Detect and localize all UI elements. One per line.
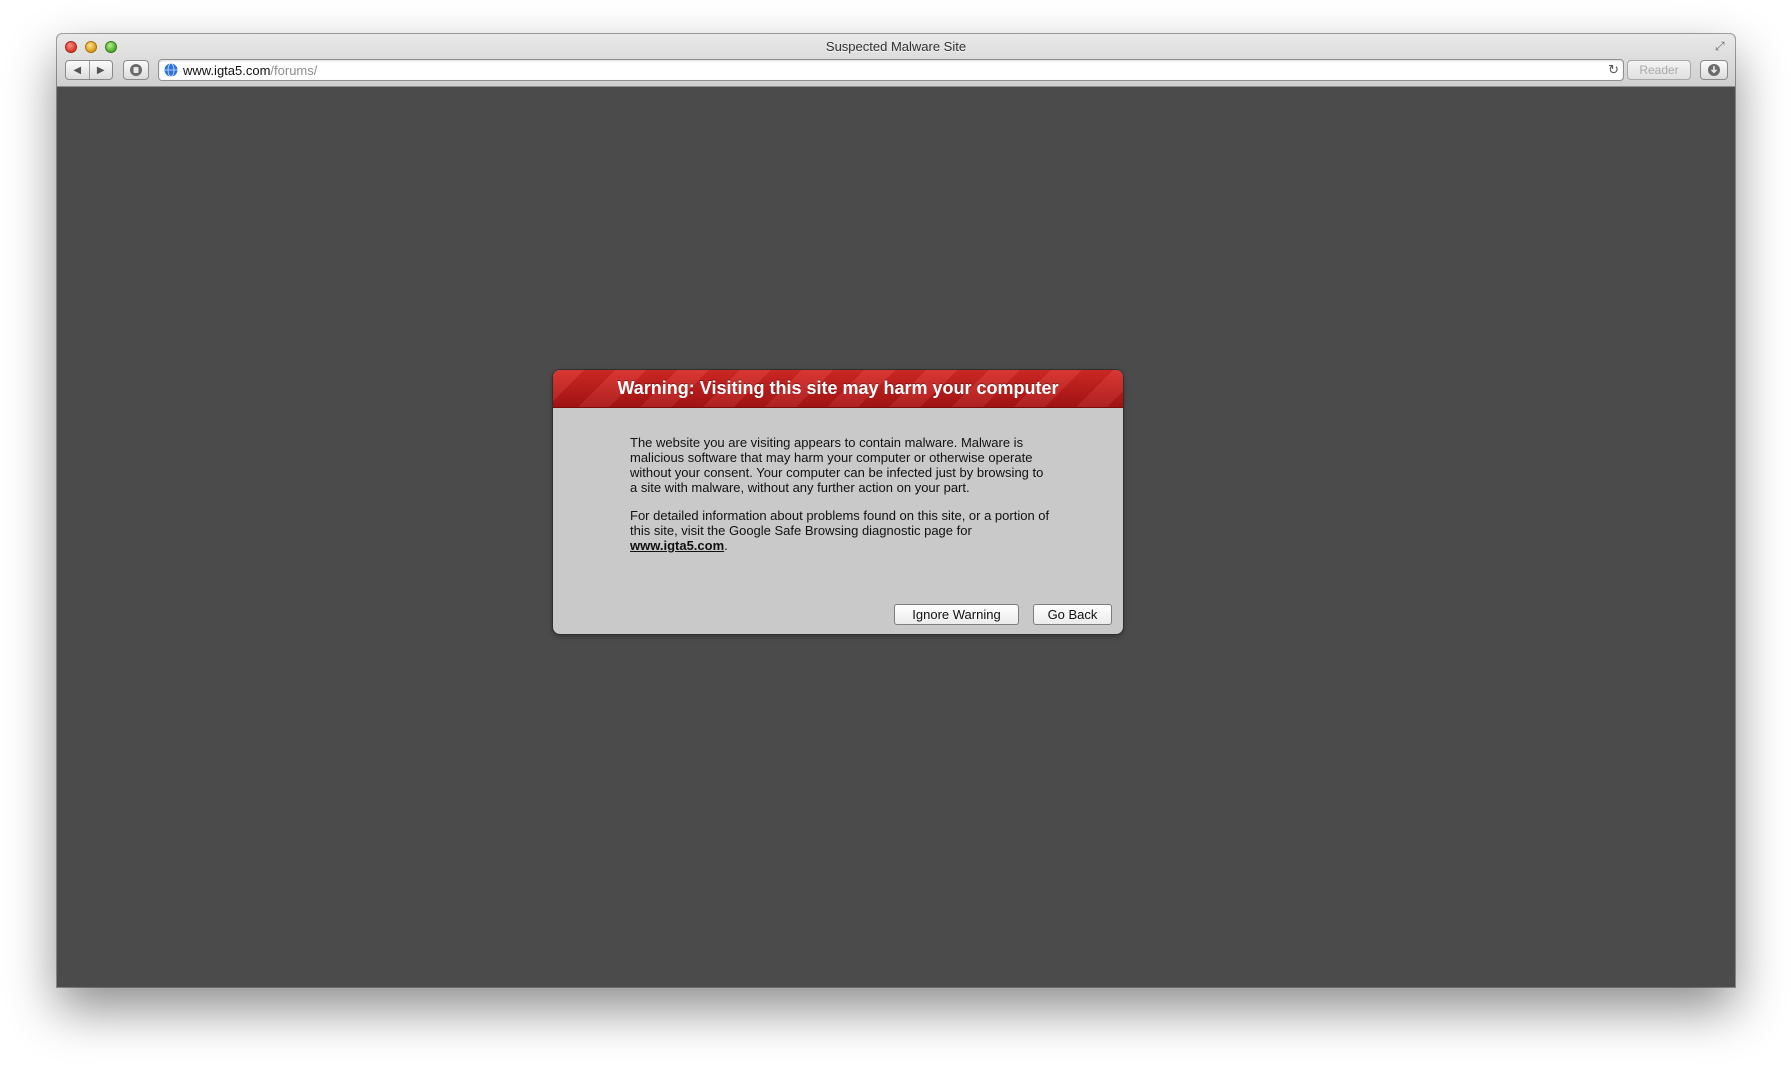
browser-toolbar: Suspected Malware Site ⤢ ◀ ▶ www.igta5.c… <box>57 34 1735 87</box>
warning-header: Warning: Visiting this site may harm you… <box>553 370 1123 408</box>
downloads-icon <box>1708 64 1720 76</box>
address-bar[interactable]: www.igta5.com/forums/ ↻ <box>158 59 1624 81</box>
warning-body: The website you are visiting appears to … <box>630 435 1050 553</box>
warning-paragraph-2: For detailed information about problems … <box>630 508 1050 553</box>
back-arrow-icon: ◀ <box>73 64 82 76</box>
forward-arrow-icon: ▶ <box>96 64 105 76</box>
back-button[interactable]: ◀ <box>66 61 89 79</box>
forward-button[interactable]: ▶ <box>88 61 113 79</box>
share-button[interactable] <box>123 60 149 80</box>
safe-browsing-diagnostic-link[interactable]: www.igta5.com <box>630 538 724 553</box>
reader-button[interactable]: Reader <box>1627 60 1691 80</box>
back-forward-control: ◀ ▶ <box>65 60 113 80</box>
warning-paragraph-2-end: . <box>724 538 728 553</box>
warning-paragraph-2-text: For detailed information about problems … <box>630 508 1050 538</box>
fullscreen-icon[interactable]: ⤢ <box>1715 39 1729 53</box>
globe-icon <box>164 63 178 77</box>
url-path: /forums/ <box>270 63 318 78</box>
warning-paragraph-1: The website you are visiting appears to … <box>630 435 1044 495</box>
warning-title: Warning: Visiting this site may harm you… <box>617 378 1059 398</box>
ignore-warning-button[interactable]: Ignore Warning <box>894 604 1019 625</box>
malware-warning-dialog: Warning: Visiting this site may harm you… <box>553 370 1123 634</box>
reload-icon[interactable]: ↻ <box>1608 62 1619 78</box>
url-text: www.igta5.com/forums/ <box>183 63 317 78</box>
downloads-button[interactable] <box>1700 60 1728 80</box>
url-host: www.igta5.com <box>183 63 271 78</box>
share-icon <box>130 64 142 76</box>
window-title: Suspected Malware Site <box>825 39 967 54</box>
go-back-button[interactable]: Go Back <box>1033 604 1112 625</box>
